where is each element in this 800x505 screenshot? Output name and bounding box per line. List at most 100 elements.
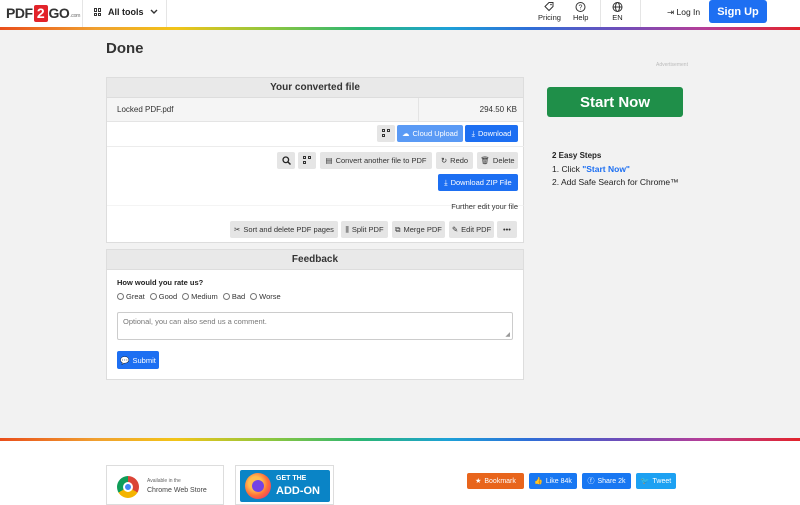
radio-circle[interactable]	[117, 293, 124, 300]
search-button[interactable]	[277, 152, 295, 169]
redo-icon: ↻	[440, 156, 448, 165]
sort-delete-pages-button[interactable]: ✂ Sort and delete PDF pages	[230, 221, 338, 238]
step-1-text: 1. Click	[552, 164, 583, 174]
comment-textarea[interactable]: Optional, you can also send us a comment…	[117, 312, 513, 340]
language-selector[interactable]: EN	[612, 1, 623, 22]
addon-small-text: GET THE	[276, 475, 307, 482]
radio-circle[interactable]	[250, 293, 258, 300]
language-label: EN	[612, 13, 623, 22]
signup-label: Sign Up	[717, 5, 759, 18]
edit-icon: ✎	[451, 225, 459, 234]
start-now-button[interactable]: Start Now	[547, 87, 683, 117]
merge-icon: ⧉	[395, 224, 401, 234]
merge-pdf-button[interactable]: ⧉ Merge PDF	[392, 221, 445, 238]
feedback-card: Feedback How would you rate us? Great Go…	[106, 249, 524, 380]
rating-label: Bad	[231, 292, 246, 301]
firefox-addon-button[interactable]: GET THE ADD-ON	[240, 470, 330, 502]
step-2: 2. Add Safe Search for Chrome™	[552, 177, 679, 187]
redo-button[interactable]: ↻ Redo	[436, 152, 473, 169]
converted-file-heading: Your converted file	[107, 78, 523, 98]
delete-button[interactable]: 🗑 Delete	[477, 152, 518, 169]
converted-file-card: Your converted file Locked PDF.pdf 294.5…	[106, 77, 524, 243]
rating-option-medium[interactable]: Medium	[182, 292, 218, 301]
signup-button[interactable]: Sign Up	[709, 0, 767, 23]
split-pdf-button[interactable]: ⫼ Split PDF	[341, 221, 388, 238]
top-header: PDF 2 GO .com All tools Pricing ? Help EN ⇥…	[0, 0, 800, 27]
facebook-like-button[interactable]: 👍 Like 84k	[529, 473, 577, 489]
scissors-icon: ✂	[234, 225, 241, 234]
page-title: Done	[106, 40, 144, 57]
firefox-logo-icon	[245, 473, 271, 499]
rating-option-great[interactable]: Great	[117, 292, 145, 301]
login-link[interactable]: ⇥ Log In	[667, 7, 700, 18]
chrome-badge-small-text: Available in the	[147, 478, 181, 484]
bookmark-button[interactable]: ★ Bookmark	[467, 473, 524, 489]
chrome-badge-big-text: Chrome Web Store	[147, 487, 207, 494]
qr-code-button[interactable]	[377, 125, 395, 142]
header-divider	[640, 0, 641, 27]
download-button[interactable]: ⤓ Download	[465, 125, 518, 142]
steps-title: 2 Easy Steps	[552, 151, 602, 160]
submit-button[interactable]: 💬 Submit	[117, 351, 159, 369]
card-divider	[107, 146, 524, 147]
download-zip-button[interactable]: ⤓ Download ZIP File	[438, 174, 518, 191]
redo-label: Redo	[450, 156, 469, 165]
edit-pdf-button[interactable]: ✎ Edit PDF	[449, 221, 494, 238]
download-zip-label: Download ZIP File	[450, 178, 512, 187]
rating-label: Great	[126, 292, 145, 301]
help-link[interactable]: ? Help	[573, 1, 588, 22]
radio-circle[interactable]	[149, 293, 157, 300]
pdf2go-logo[interactable]: PDF 2 GO .com	[6, 4, 80, 22]
facebook-share-button[interactable]: ⓕ Share 2k	[582, 473, 631, 489]
bookmark-label: Bookmark	[484, 477, 516, 485]
file-size: 294.50 KB	[479, 105, 517, 114]
convert-another-button[interactable]: ▤ Convert another file to PDF	[320, 152, 432, 169]
logo-text-pdf: PDF	[6, 5, 33, 21]
logo-text-com: .com	[70, 13, 80, 19]
help-label: Help	[573, 13, 589, 22]
rating-option-good[interactable]: Good	[149, 292, 177, 301]
chrome-web-store-badge[interactable]: Available in the Chrome Web Store	[106, 465, 224, 505]
logo-text-2: 2	[33, 4, 48, 22]
search-icon	[281, 156, 291, 165]
rating-question: How would you rate us?	[117, 278, 204, 287]
header-rainbow-bar	[0, 27, 800, 30]
rating-label: Medium	[191, 292, 218, 301]
tweet-button[interactable]: 🐦 Tweet	[636, 473, 676, 489]
download-icon: ⤓	[471, 128, 475, 138]
further-edit-label: Further edit your file	[451, 202, 518, 211]
delete-label: Delete	[492, 156, 515, 165]
cloud-upload-button[interactable]: ☁ Cloud Upload	[397, 125, 463, 142]
split-pdf-label: Split PDF	[351, 225, 384, 234]
feedback-heading: Feedback	[107, 250, 523, 270]
rating-option-bad[interactable]: Bad	[222, 292, 246, 301]
footer: Available in the Chrome Web Store GET TH…	[0, 441, 800, 505]
radio-circle[interactable]	[222, 293, 230, 300]
svg-text:?: ?	[579, 5, 583, 12]
merge-pdf-label: Merge PDF	[403, 225, 442, 234]
addon-big-text: ADD-ON	[276, 485, 320, 497]
sort-delete-label: Sort and delete PDF pages	[243, 225, 334, 234]
file-row: Locked PDF.pdf 294.50 KB	[107, 98, 523, 122]
rating-label: Worse	[259, 292, 281, 301]
facebook-icon: ⓕ	[587, 478, 595, 485]
more-tools-button[interactable]: •••	[497, 221, 517, 238]
download-icon: ⤓	[444, 177, 448, 187]
rating-option-worse[interactable]: Worse	[250, 292, 281, 301]
pricing-link[interactable]: Pricing	[538, 1, 561, 22]
file-row-divider	[418, 98, 419, 122]
tweet-label: Tweet	[652, 477, 672, 485]
qr-code-button[interactable]	[298, 152, 316, 169]
comment-placeholder: Optional, you can also send us a comment…	[123, 317, 267, 326]
radio-circle[interactable]	[182, 293, 190, 300]
convert-another-label: Convert another file to PDF	[335, 156, 427, 165]
header-divider	[82, 0, 83, 27]
edit-pdf-label: Edit PDF	[461, 225, 492, 234]
start-now-link[interactable]: "Start Now"	[582, 164, 630, 174]
all-tools-menu[interactable]: All tools	[94, 7, 158, 17]
share-label: Share 2k	[597, 477, 626, 485]
firefox-addon-badge[interactable]: GET THE ADD-ON	[235, 465, 334, 505]
cloud-upload-icon: ☁	[402, 129, 410, 138]
resize-grip-icon[interactable]: ◢	[505, 331, 510, 338]
chevron-down-icon	[150, 9, 157, 14]
